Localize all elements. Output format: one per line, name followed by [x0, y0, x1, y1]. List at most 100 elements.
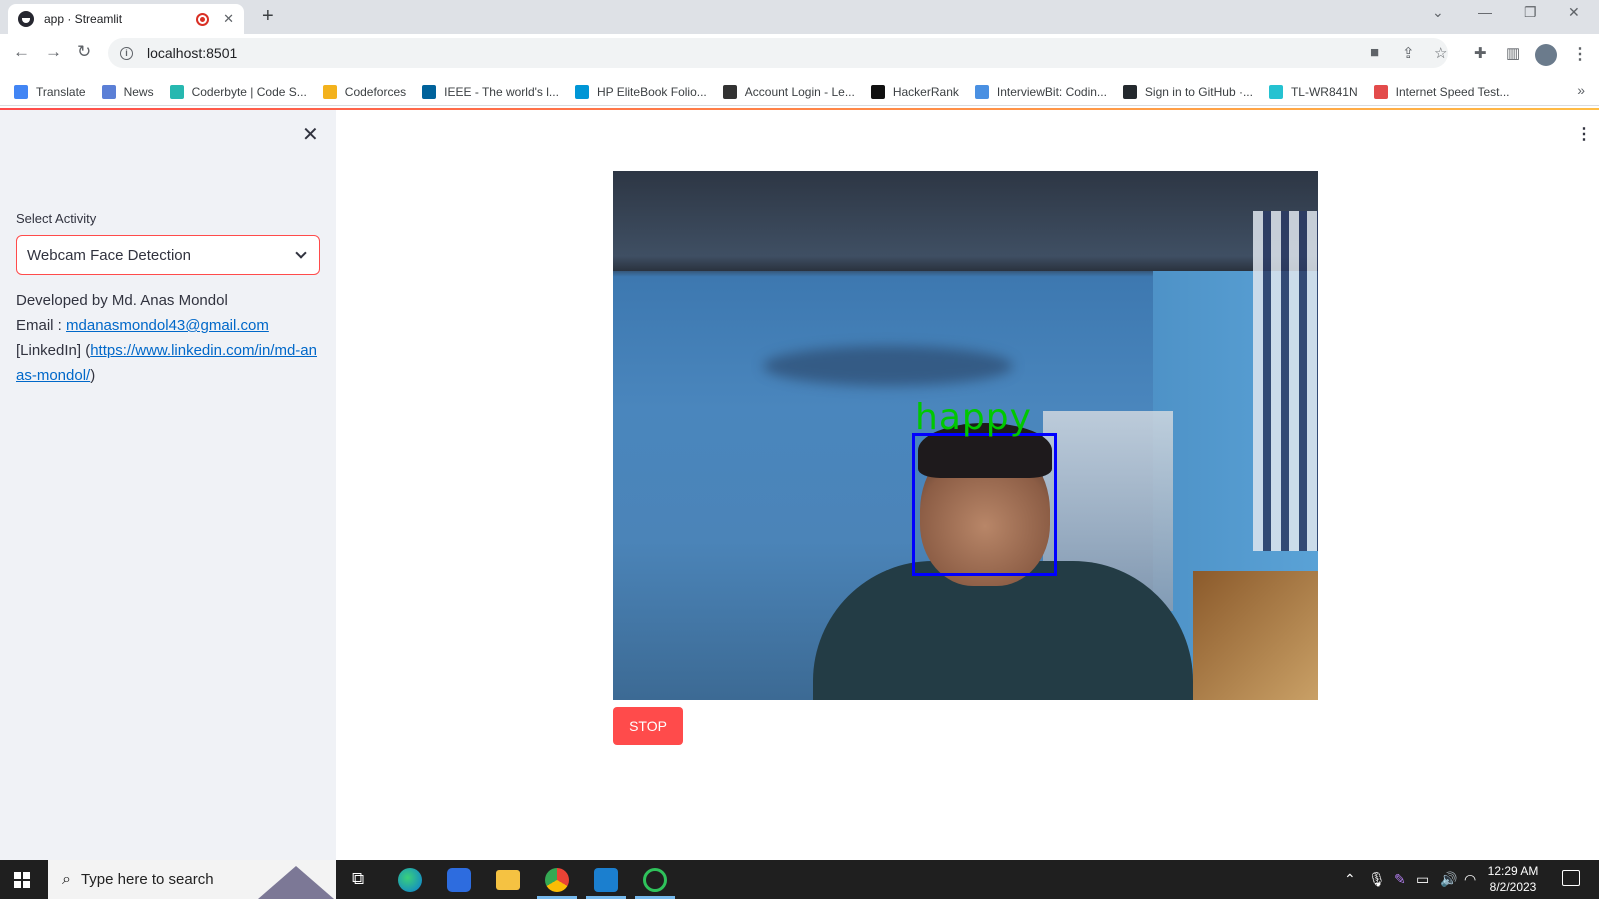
bookmark-item[interactable]: Coderbyte | Code S...: [169, 84, 307, 99]
linkedin-suffix: ): [90, 367, 96, 384]
zoom-icon[interactable]: [447, 868, 471, 892]
bookmark-label: Account Login - Le...: [744, 84, 855, 99]
taskbar-search-placeholder: Type here to search: [80, 871, 214, 888]
bookmark-label: Coderbyte | Code S...: [191, 84, 307, 99]
video-background-furniture: [1193, 571, 1318, 700]
minimize-icon[interactable]: —: [1478, 4, 1492, 20]
camera-in-use-icon[interactable]: ■: [1370, 44, 1379, 61]
tab-close-icon[interactable]: ✕: [223, 11, 234, 27]
app-menu-icon[interactable]: ⋮: [1576, 124, 1592, 144]
video-background-curtain: [1253, 211, 1318, 551]
chevron-down-icon: [295, 247, 307, 259]
email-line: Email : mdanasmondol43@gmail.com: [16, 313, 322, 338]
forward-icon[interactable]: →: [45, 42, 62, 62]
taskbar-search[interactable]: ⌕ Type here to search: [48, 860, 336, 899]
webcam-video-feed: happy: [613, 171, 1318, 700]
bookmark-star-icon[interactable]: ☆: [1434, 44, 1447, 62]
linkedin-prefix: [LinkedIn] (: [16, 342, 91, 359]
bookmark-item[interactable]: HackerRank: [870, 84, 959, 99]
wifi-icon[interactable]: ◠: [1464, 871, 1476, 888]
clock-date: 8/2/2023: [1489, 880, 1537, 894]
show-hidden-icons-icon[interactable]: ⌃: [1344, 871, 1356, 888]
streamlit-favicon-icon: [18, 11, 34, 27]
bookmark-item[interactable]: HP EliteBook Folio...: [574, 84, 707, 99]
activity-select[interactable]: Webcam Face Detection: [16, 235, 320, 275]
bookmark-label: TL-WR841N: [1290, 84, 1358, 99]
selected-activity: Webcam Face Detection: [27, 246, 191, 264]
bookmark-item[interactable]: Codeforces: [322, 84, 407, 99]
microphone-icon[interactable]: 🎙: [1368, 871, 1386, 888]
browser-tab[interactable]: app · Streamlit ✕: [8, 4, 244, 34]
bookmark-item[interactable]: Account Login - Le...: [722, 84, 855, 99]
recording-indicator-icon: [196, 12, 210, 26]
bookmark-label: HackerRank: [892, 84, 959, 99]
profile-avatar[interactable]: [1535, 44, 1557, 66]
bookmark-item[interactable]: Internet Speed Test...: [1373, 84, 1510, 99]
video-background-fan: [763, 346, 1013, 386]
sidebar: ✕ Select Activity Webcam Face Detection …: [0, 110, 336, 860]
browser-menu-icon[interactable]: ⋮: [1572, 44, 1588, 64]
new-tab-icon[interactable]: +: [262, 5, 274, 28]
bookmark-item[interactable]: Sign in to GitHub ·...: [1122, 84, 1253, 99]
browser-toolbar: ← → ↻ i localhost:8501 ■ ⇪ ☆ ✚ ▥: [0, 34, 1599, 72]
bookmark-item[interactable]: IEEE - The world's l...: [422, 84, 559, 99]
window-close-icon[interactable]: ✕: [1568, 4, 1580, 21]
edge-icon[interactable]: [398, 868, 422, 892]
extensions-icon[interactable]: ✚: [1474, 44, 1487, 62]
app-loading-icon[interactable]: [643, 868, 667, 892]
browser-tab-strip: app · Streamlit ✕ + ⌄ — ❐ ✕: [0, 0, 1599, 34]
system-clock[interactable]: 12:29 AM 8/2/2023: [1478, 863, 1548, 895]
restore-icon[interactable]: ❐: [1524, 4, 1537, 21]
stop-button[interactable]: STOP: [613, 707, 683, 745]
notifications-icon[interactable]: [1562, 870, 1580, 886]
more-bookmarks-icon[interactable]: »: [1577, 82, 1585, 98]
bookmark-item[interactable]: InterviewBit: Codin...: [974, 84, 1107, 99]
reload-icon[interactable]: ↻: [77, 42, 91, 62]
bookmark-item[interactable]: TL-WR841N: [1268, 84, 1358, 99]
windows-start-icon[interactable]: [14, 872, 30, 888]
clock-time: 12:29 AM: [1487, 864, 1539, 878]
linkedin-line: [LinkedIn] (https://www.linkedin.com/in/…: [16, 338, 322, 388]
side-panel-icon[interactable]: ▥: [1506, 44, 1520, 62]
battery-icon[interactable]: ▭: [1416, 871, 1429, 888]
bookmark-label: IEEE - The world's l...: [444, 84, 559, 99]
task-view-icon[interactable]: ⧉: [352, 869, 364, 889]
bookmark-favicon-icon: [574, 84, 589, 99]
emotion-label: happy: [915, 397, 1032, 438]
site-info-icon[interactable]: i: [120, 46, 133, 60]
bookmark-label: Internet Speed Test...: [1395, 84, 1510, 99]
back-icon[interactable]: ←: [13, 42, 30, 62]
vscode-icon[interactable]: [594, 868, 618, 892]
address-bar[interactable]: i localhost:8501: [108, 38, 1448, 68]
bookmark-item[interactable]: Translate: [14, 84, 86, 99]
url-text: localhost:8501: [147, 45, 238, 61]
bookmarks-bar: Translate News Coderbyte | Code S... Codefo…: [0, 78, 1599, 106]
bookmark-favicon-icon: [722, 84, 737, 99]
developer-credit: Developed by Md. Anas Mondol: [16, 292, 228, 309]
email-link[interactable]: mdanasmondol43@gmail.com: [66, 317, 269, 334]
tab-search-icon[interactable]: ⌄: [1432, 4, 1444, 21]
tab-title: app · Streamlit: [44, 12, 123, 26]
bookmark-favicon-icon: [101, 84, 116, 99]
search-icon: ⌕: [62, 870, 71, 888]
bookmark-favicon-icon: [1268, 84, 1283, 99]
share-icon[interactable]: ⇪: [1402, 44, 1415, 62]
file-explorer-icon[interactable]: [496, 870, 520, 890]
bookmark-label: Codeforces: [344, 84, 407, 99]
windows-taskbar: ⌕ Type here to search ⧉ ⌃ 🎙 ✎ ▭ 🔊 ◠ 12:2…: [0, 860, 1599, 899]
bookmark-label: News: [123, 84, 154, 99]
bookmark-favicon-icon: [870, 84, 885, 99]
bookmark-favicon-icon: [14, 84, 28, 99]
search-highlight-icon: [258, 866, 334, 899]
bookmark-label: InterviewBit: Codin...: [996, 84, 1107, 99]
close-sidebar-icon[interactable]: ✕: [302, 122, 319, 147]
volume-icon[interactable]: 🔊: [1440, 871, 1457, 888]
bookmark-favicon-icon: [974, 84, 989, 99]
chrome-icon[interactable]: [545, 868, 569, 892]
face-detection-box: [912, 433, 1057, 576]
bookmark-favicon-icon: [422, 84, 437, 99]
bookmark-favicon-icon: [322, 84, 337, 99]
pen-icon[interactable]: ✎: [1394, 871, 1406, 888]
bookmark-label: Sign in to GitHub ·...: [1144, 84, 1253, 99]
bookmark-item[interactable]: News: [101, 84, 154, 99]
